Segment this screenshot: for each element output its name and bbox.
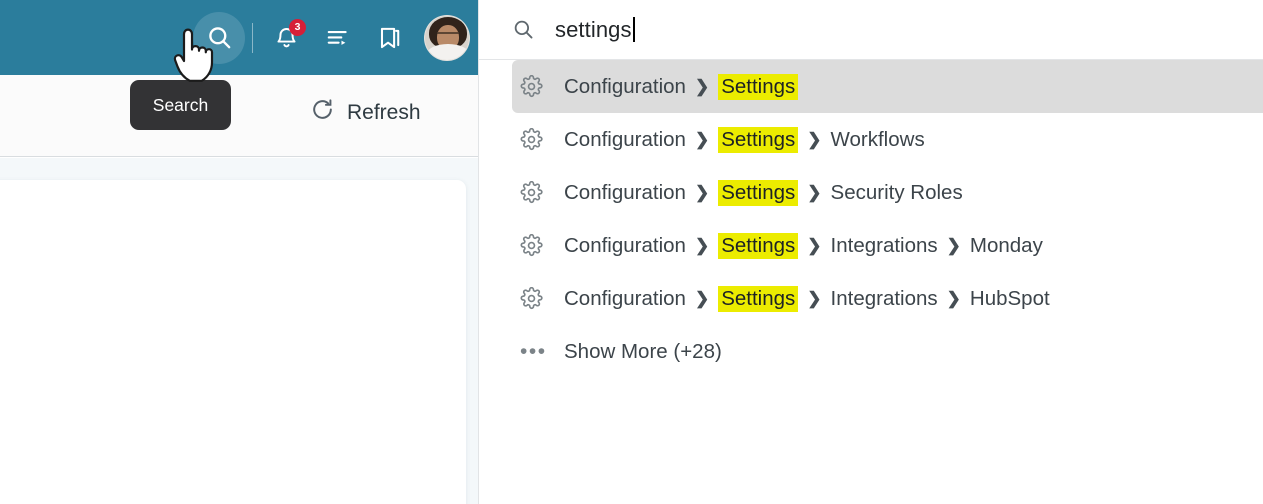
gear-icon bbox=[520, 287, 564, 310]
header-divider bbox=[252, 23, 253, 53]
gear-icon bbox=[520, 75, 564, 98]
avatar-glasses bbox=[437, 32, 459, 37]
mouse-cursor-pointer-icon bbox=[172, 28, 216, 84]
search-result-row[interactable]: Configuration ❯ Settings bbox=[512, 60, 1263, 113]
breadcrumb-segment: Configuration bbox=[564, 181, 686, 205]
breadcrumb: Configuration ❯ Settings ❯ Integrations ❯ HubS… bbox=[564, 286, 1050, 312]
show-more-label: Show More (+28) bbox=[564, 340, 722, 364]
search-result-row[interactable]: Configuration ❯ Settings ❯ Workflows bbox=[512, 113, 1263, 166]
search-result-row[interactable]: Configuration ❯ Settings ❯ Integrations ❯ HubS… bbox=[512, 272, 1263, 325]
search-result-row[interactable]: Configuration ❯ Settings ❯ Integrations ❯ Mond… bbox=[512, 219, 1263, 272]
refresh-label: Refresh bbox=[347, 101, 421, 125]
breadcrumb-segment: Configuration bbox=[564, 128, 686, 152]
refresh-button[interactable]: Refresh bbox=[310, 97, 421, 128]
breadcrumb-segment: Integrations bbox=[831, 287, 938, 311]
breadcrumb-match: Settings bbox=[718, 127, 798, 153]
gear-icon bbox=[520, 128, 564, 151]
chevron-right-icon: ❯ bbox=[807, 130, 821, 150]
breadcrumb: Configuration ❯ Settings bbox=[564, 74, 798, 100]
search-input-row[interactable]: settings bbox=[479, 0, 1263, 60]
chevron-right-icon: ❯ bbox=[947, 289, 961, 309]
chevron-right-icon: ❯ bbox=[807, 183, 821, 203]
header-icon-group: 3 bbox=[193, 0, 470, 75]
breadcrumb-segment: Configuration bbox=[564, 75, 686, 99]
screen: 3 bbox=[0, 0, 1263, 504]
chevron-right-icon: ❯ bbox=[695, 130, 709, 150]
chevron-right-icon: ❯ bbox=[695, 183, 709, 203]
content-area bbox=[0, 158, 478, 504]
search-input[interactable]: settings bbox=[555, 17, 635, 43]
breadcrumb: Configuration ❯ Settings ❯ Workflows bbox=[564, 127, 925, 153]
page-toolbar: Refresh bbox=[0, 75, 478, 157]
ellipsis-icon: ••• bbox=[520, 347, 564, 357]
app-left-region: 3 bbox=[0, 0, 478, 504]
avatar[interactable] bbox=[424, 15, 470, 61]
chevron-right-icon: ❯ bbox=[947, 236, 961, 256]
search-result-row[interactable]: Configuration ❯ Settings ❯ Security Roles bbox=[512, 166, 1263, 219]
breadcrumb-segment: Monday bbox=[970, 234, 1043, 258]
tooltip-label: Search bbox=[153, 95, 208, 116]
chevron-right-icon: ❯ bbox=[807, 236, 821, 256]
breadcrumb-match: Settings bbox=[718, 180, 798, 206]
content-card bbox=[0, 180, 466, 504]
search-results-list: Configuration ❯ Settings Configuration ❯ Set… bbox=[479, 60, 1263, 378]
breadcrumb-match: Settings bbox=[718, 286, 798, 312]
show-more-row[interactable]: ••• Show More (+28) bbox=[512, 325, 1263, 378]
gear-icon bbox=[520, 234, 564, 257]
chevron-right-icon: ❯ bbox=[695, 289, 709, 309]
breadcrumb-match: Settings bbox=[718, 74, 798, 100]
search-input-value: settings bbox=[555, 17, 632, 42]
breadcrumb-segment: Security Roles bbox=[831, 181, 963, 205]
search-overlay-panel: settings Configuration ❯ Settings Configur… bbox=[478, 0, 1263, 504]
breadcrumb-match: Settings bbox=[718, 233, 798, 259]
breadcrumb-segment: Configuration bbox=[564, 287, 686, 311]
gear-icon bbox=[520, 181, 564, 204]
ellipsis-dots: ••• bbox=[520, 347, 547, 357]
breadcrumb-segment: HubSpot bbox=[970, 287, 1050, 311]
search-tooltip: Search bbox=[130, 80, 231, 130]
activity-feed-icon bbox=[325, 25, 351, 51]
breadcrumb: Configuration ❯ Settings ❯ Integrations ❯ Mond… bbox=[564, 233, 1043, 259]
bookmarks-icon bbox=[377, 25, 403, 51]
app-header: 3 bbox=[0, 0, 478, 75]
chevron-right-icon: ❯ bbox=[807, 289, 821, 309]
chevron-right-icon: ❯ bbox=[695, 77, 709, 97]
text-caret bbox=[633, 17, 635, 42]
refresh-circular-arrow-icon bbox=[310, 97, 335, 128]
notifications-button[interactable]: 3 bbox=[260, 12, 312, 64]
avatar-body bbox=[427, 44, 469, 61]
breadcrumb-segment: Configuration bbox=[564, 234, 686, 258]
chevron-right-icon: ❯ bbox=[695, 236, 709, 256]
breadcrumb: Configuration ❯ Settings ❯ Security Roles bbox=[564, 180, 963, 206]
breadcrumb-segment: Integrations bbox=[831, 234, 938, 258]
search-icon bbox=[512, 18, 535, 41]
activity-feed-button[interactable] bbox=[312, 12, 364, 64]
bookmarks-button[interactable] bbox=[364, 12, 416, 64]
notification-badge: 3 bbox=[289, 19, 306, 36]
breadcrumb-segment: Workflows bbox=[831, 128, 925, 152]
